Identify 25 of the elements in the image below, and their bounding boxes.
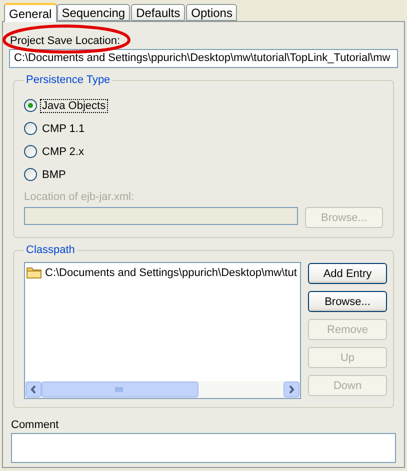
field-label: Project Save Location:: [10, 35, 120, 47]
list-item[interactable]: C:\Documents and Settings\ppurich\Desktop\mw\tut: [26, 264, 299, 281]
radio-label: CMP 1.1: [41, 122, 86, 134]
list-button[interactable]: Browse...: [308, 291, 387, 312]
radio-label: BMP: [41, 168, 67, 180]
tab[interactable]: Options: [186, 4, 238, 21]
field-label: Location of ejb-jar.xml:: [24, 191, 134, 203]
classpath-list[interactable]: C:\Documents and Settings\ppurich\Desktop\mw\tut: [24, 262, 301, 399]
tab[interactable]: General: [4, 3, 57, 22]
radio-button[interactable]: [24, 145, 37, 158]
group-title: Persistence Type: [25, 74, 112, 86]
folder-icon: [26, 266, 42, 279]
tab[interactable]: Defaults: [131, 4, 186, 21]
list-button[interactable]: Add Entry: [308, 263, 387, 284]
comment-field[interactable]: [11, 433, 396, 463]
input-field[interactable]: C:\Documents and Settings\ppurich\Desktop\mw\tutorial\TopLink_Tutorial\mw: [9, 49, 398, 68]
horizontal-scrollbar[interactable]: [25, 381, 300, 398]
group-title: Classpath: [25, 244, 76, 256]
radio-label: Java Objects: [41, 100, 107, 112]
radio-label: CMP 2.x: [41, 146, 85, 158]
tab[interactable]: Sequencing: [56, 4, 130, 21]
field-label: Comment: [11, 419, 59, 431]
radio-button[interactable]: [24, 122, 37, 135]
radio-button[interactable]: [24, 99, 37, 112]
radio-button[interactable]: [24, 168, 37, 181]
